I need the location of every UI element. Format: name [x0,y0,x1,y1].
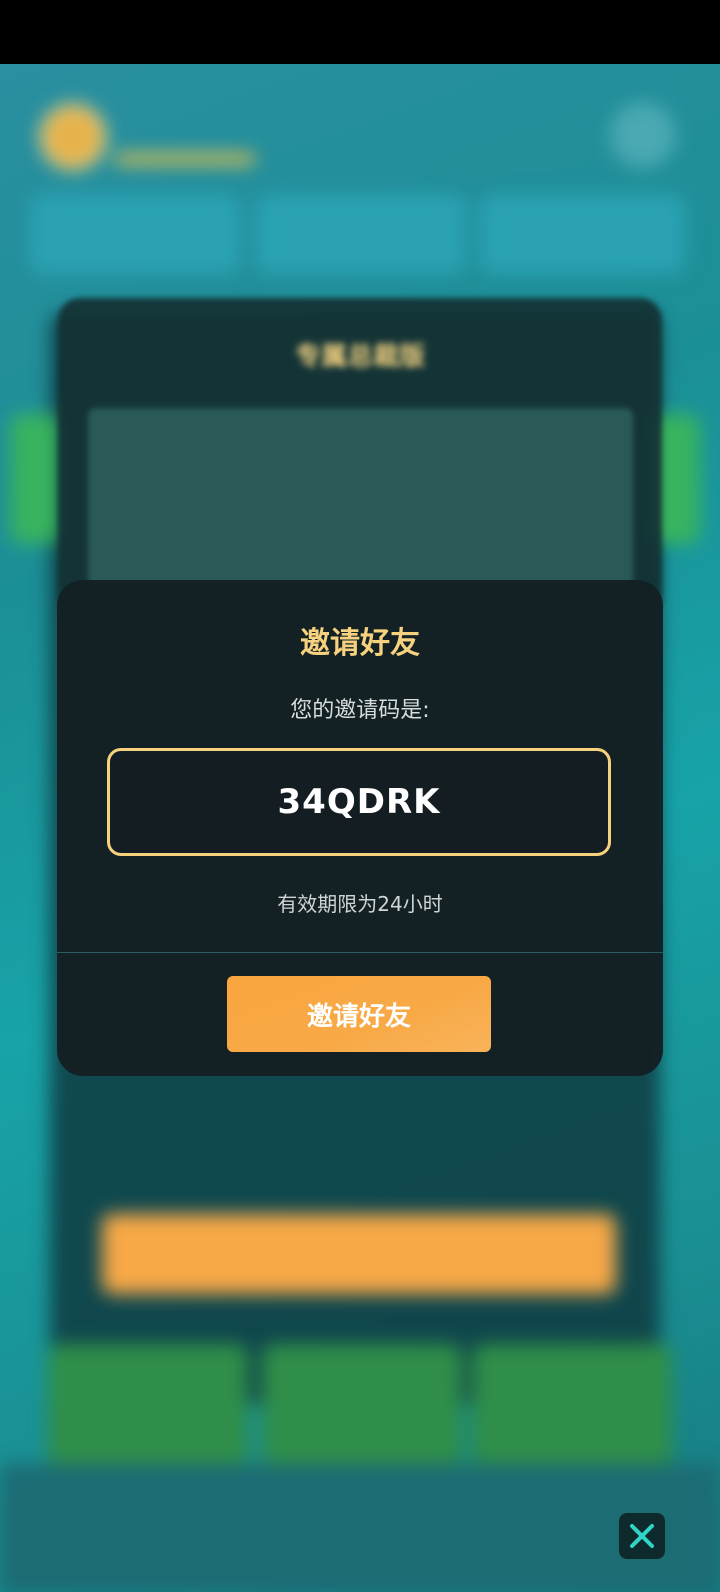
validity-note: 有效期限为24小时 [277,892,443,916]
invite-friend-modal: 邀请好友 您的邀请码是: 34QDRK 有效期限为24小时 邀请好友 [57,580,663,1076]
info-card-body [88,408,633,588]
avatar [40,104,106,170]
modal-title: 邀请好友 [300,626,420,661]
background-info-card: 专属总裁版 [58,298,662,618]
close-icon [630,1524,654,1548]
top-card [30,194,240,274]
info-card-title: 专属总裁版 [294,342,425,372]
bottom-nav [0,1464,720,1592]
divider [57,952,663,953]
background-invite-button [102,1214,616,1294]
invite-code[interactable]: 34QDRK [278,782,441,822]
invite-code-box[interactable]: 34QDRK [107,748,611,856]
side-strip [10,414,60,544]
status-bar [0,0,720,64]
gear-icon [610,102,676,168]
level-bar [115,154,255,164]
top-card [480,194,685,274]
top-card [256,194,466,274]
invite-friend-button[interactable]: 邀请好友 [227,976,491,1052]
invite-code-label: 您的邀请码是: [290,698,430,723]
close-button[interactable] [619,1513,665,1559]
